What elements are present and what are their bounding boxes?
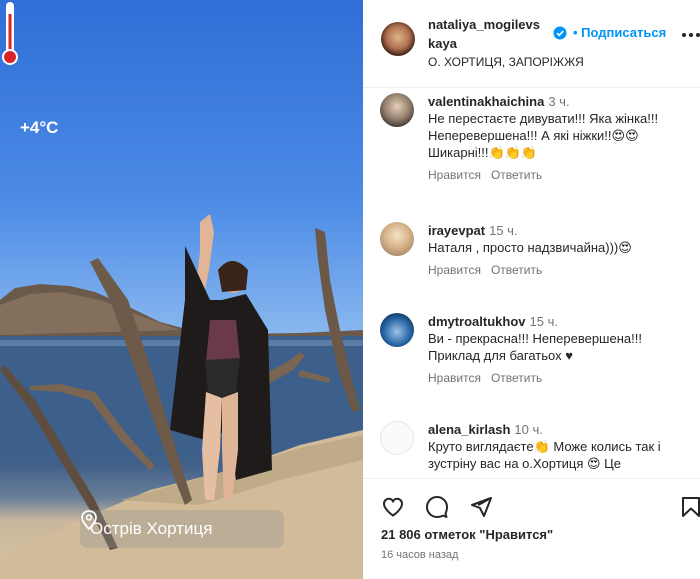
comment-time: 10 ч. xyxy=(514,422,543,437)
reply-button[interactable]: Ответить xyxy=(491,168,542,182)
comment-time: 15 ч. xyxy=(529,314,558,329)
follow-button[interactable]: • Подписаться xyxy=(573,25,666,40)
temperature-label: +4°C xyxy=(20,118,59,137)
share-icon[interactable] xyxy=(469,495,493,519)
commenter-avatar[interactable] xyxy=(380,421,414,455)
commenter-avatar[interactable] xyxy=(380,222,414,256)
commenter-username[interactable]: valentinakhaichina xyxy=(428,94,544,109)
author-username[interactable]: nataliya_mogilevs xyxy=(428,17,540,32)
author-avatar[interactable] xyxy=(381,22,415,56)
comment-body: irayevpat 15 ч. Наталя , просто надзвичай… xyxy=(428,222,688,279)
comment-icon[interactable] xyxy=(425,495,449,519)
location-tag[interactable]: Острів Хортиця xyxy=(80,510,284,548)
bookmark-icon[interactable] xyxy=(679,495,700,519)
comment-time: 15 ч. xyxy=(489,223,518,238)
thermometer-icon xyxy=(2,2,18,65)
commenter-username[interactable]: irayevpat xyxy=(428,223,485,238)
verified-badge-icon xyxy=(553,26,567,40)
reply-button[interactable]: Ответить xyxy=(491,371,542,385)
commenter-avatar[interactable] xyxy=(380,313,414,347)
like-comment-button[interactable]: Нравится xyxy=(428,263,481,277)
location-tag-label: Острів Хортиця xyxy=(90,519,213,538)
post-location[interactable]: О. ХОРТИЦЯ, ЗАПОРІЖЖЯ xyxy=(428,55,584,69)
comment-body: valentinakhaichina 3 ч. Не перестаєте див… xyxy=(428,93,688,184)
comment-text: Не перестаєте дивувати!!! Яка жінка!!! Н… xyxy=(428,111,659,160)
post-photo[interactable]: +4°C Острів Хортиця xyxy=(0,0,363,579)
more-options-icon[interactable] xyxy=(681,32,700,38)
commenter-username[interactable]: alena_kirlash xyxy=(428,422,510,437)
reply-button[interactable]: Ответить xyxy=(491,263,542,277)
post-header: nataliya_mogilevs kaya • Подписаться О. … xyxy=(363,0,700,88)
like-comment-button[interactable]: Нравится xyxy=(428,371,481,385)
commenter-avatar[interactable] xyxy=(380,93,414,127)
likes-count[interactable]: 21 806 отметок "Нравится" xyxy=(381,527,553,542)
photo-scene xyxy=(0,214,363,579)
post-timestamp: 16 часов назад xyxy=(381,549,459,561)
comment-text: Круто виглядаєте👏 Може колись так і зуст… xyxy=(428,439,661,471)
heart-icon[interactable] xyxy=(381,495,405,519)
comment-body: dmytroaltukhov 15 ч. Ви - прекрасна!!! Не… xyxy=(428,313,688,387)
comment-item: alena_kirlash 10 ч. Круто виглядаєте👏 Мож… xyxy=(363,421,700,478)
comment-time: 3 ч. xyxy=(548,94,570,109)
comment-text: Ви - прекрасна!!! Неперевершена!!! Прикл… xyxy=(428,331,642,363)
author-username-continued[interactable]: kaya xyxy=(428,36,457,51)
comment-text: Наталя , просто надзвичайна)))😍 xyxy=(428,240,632,255)
location-pin-icon xyxy=(81,510,97,530)
post-sidebar: nataliya_mogilevs kaya • Подписаться О. … xyxy=(363,0,700,579)
comment-body: alena_kirlash 10 ч. Круто виглядаєте👏 Мож… xyxy=(428,421,688,472)
like-comment-button[interactable]: Нравится xyxy=(428,168,481,182)
commenter-username[interactable]: dmytroaltukhov xyxy=(428,314,526,329)
